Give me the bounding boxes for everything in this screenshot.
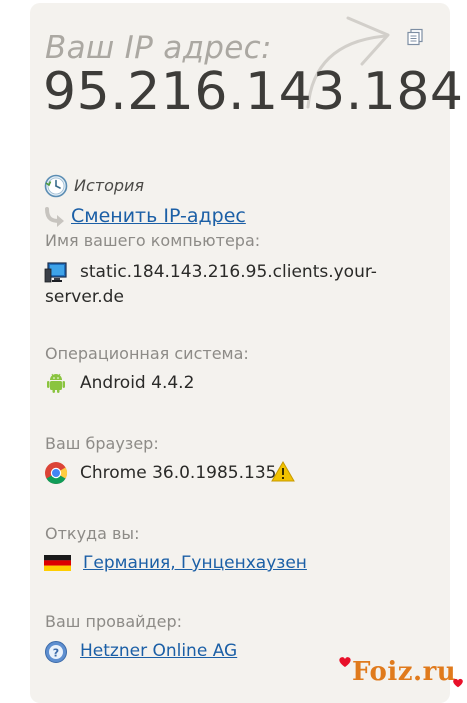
svg-text:?: ? — [53, 647, 59, 660]
computer-name-label: Имя вашего компьютера: — [45, 231, 261, 250]
provider-label: Ваш провайдер: — [45, 612, 182, 631]
browser-value: Chrome 36.0.1985.135 — [80, 463, 277, 483]
ip-address[interactable]: 95.216.143.184 — [43, 62, 464, 122]
android-icon — [47, 373, 65, 393]
watermark-logo: Foiz.ru — [338, 655, 466, 691]
computer-hostname: static.184.143.216.95.clients.your-serve… — [45, 262, 377, 307]
chrome-icon — [45, 462, 68, 485]
os-label: Операционная система: — [45, 344, 249, 363]
location-link[interactable]: Германия, Гунценхаузен — [83, 553, 307, 573]
os-value: Android 4.4.2 — [80, 373, 195, 393]
copy-icon[interactable] — [406, 28, 424, 46]
heart-icon — [339, 657, 351, 667]
warning-icon[interactable] — [271, 460, 295, 484]
browser-label: Ваш браузер: — [45, 434, 159, 453]
history-link[interactable]: История — [74, 176, 144, 195]
germany-flag-icon — [44, 555, 71, 571]
location-label: Откуда вы: — [45, 524, 140, 543]
watermark-text: Foiz.ru — [352, 657, 457, 687]
clock-icon[interactable] — [44, 174, 68, 198]
help-globe-icon: ? — [45, 641, 67, 663]
redirect-arrow-icon — [45, 207, 64, 227]
change-ip-link[interactable]: Сменить IP-адрес — [71, 205, 246, 227]
ip-caption: Ваш IP адрес: — [45, 30, 272, 66]
provider-link[interactable]: Hetzner Online AG — [80, 641, 237, 661]
heart-icon — [453, 678, 463, 688]
